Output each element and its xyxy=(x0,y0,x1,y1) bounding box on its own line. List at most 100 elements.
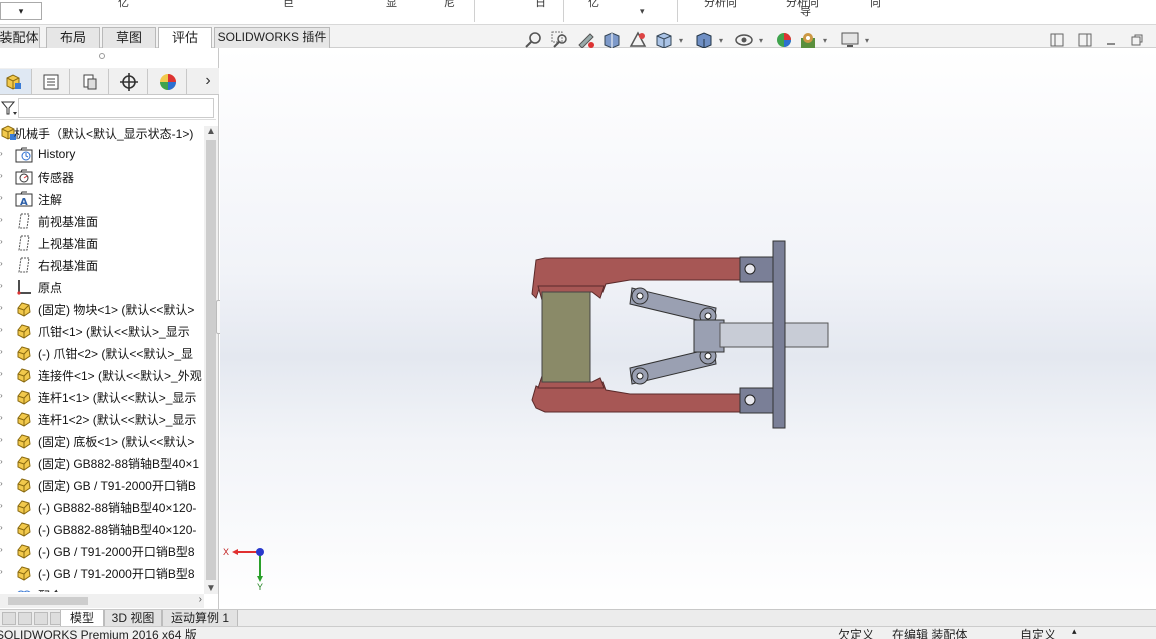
tab-solidworks-addins[interactable]: SOLIDWORKS 插件 xyxy=(214,27,330,48)
tab-assembly[interactable]: 装配体 xyxy=(0,27,40,48)
expand-arrow-icon[interactable]: › xyxy=(0,172,6,180)
configurationmanager-icon[interactable] xyxy=(71,69,109,94)
chevron-down-icon[interactable]: ▾ xyxy=(719,36,723,45)
expand-arrow-icon[interactable]: › xyxy=(0,436,6,444)
tree-item[interactable]: › 连接件<1> (默认<<默认>_外观 xyxy=(0,364,204,386)
expand-arrow-icon[interactable]: › xyxy=(0,480,6,488)
graphics-area[interactable]: X Y xyxy=(220,48,1156,610)
scrollbar-thumb[interactable] xyxy=(206,140,216,580)
tab-3d-view[interactable]: 3D 视图 xyxy=(104,610,162,627)
dynamic-annotation-icon[interactable] xyxy=(628,30,648,50)
tree-item[interactable]: › (-) GB882-88销轴B型40×120- xyxy=(0,518,204,540)
expand-arrow-icon[interactable]: › xyxy=(0,590,6,593)
tree-item[interactable]: › (固定) 底板<1> (默认<<默认> xyxy=(0,430,204,452)
expand-arrow-icon[interactable]: › xyxy=(0,326,6,334)
scrollbar-thumb[interactable] xyxy=(8,597,88,605)
chevron-down-icon[interactable]: ▾ xyxy=(640,6,645,17)
tile-right-icon[interactable] xyxy=(1078,33,1092,47)
chevron-up-icon[interactable]: ▴ xyxy=(1072,627,1077,637)
expand-arrow-icon[interactable]: › xyxy=(0,370,6,378)
expand-arrow-icon[interactable]: › xyxy=(0,502,6,510)
expand-arrow-icon[interactable]: › xyxy=(0,458,6,466)
zoom-to-fit-icon[interactable] xyxy=(524,30,544,50)
chevron-up-icon[interactable]: ▲ xyxy=(206,126,216,137)
tree-vertical-scrollbar[interactable]: ▲ ▼ xyxy=(204,126,218,594)
units-selector[interactable]: 自定义 xyxy=(1020,627,1056,639)
section-view-icon[interactable] xyxy=(602,30,622,50)
expand-arrow-icon[interactable]: › xyxy=(0,568,6,576)
expand-arrow-icon[interactable]: › xyxy=(0,392,6,400)
tab-layout[interactable]: 布局 xyxy=(46,27,100,48)
tree-item[interactable]: › (-) GB / T91-2000开口销B型8 xyxy=(0,562,204,584)
chevron-right-icon[interactable]: › xyxy=(198,69,218,94)
edit-appearance-icon[interactable] xyxy=(774,30,794,50)
tree-horizontal-scrollbar[interactable]: › xyxy=(0,594,204,608)
expand-arrow-icon[interactable]: › xyxy=(0,524,6,532)
chevron-down-icon[interactable]: ▾ xyxy=(679,36,683,45)
expand-arrow-icon[interactable]: › xyxy=(0,348,6,356)
expand-arrow-icon[interactable]: › xyxy=(0,194,6,202)
expand-arrow-icon[interactable]: › xyxy=(0,216,6,224)
part-icon xyxy=(15,542,33,560)
tree-item[interactable]: › (-) GB882-88销轴B型40×120- xyxy=(0,496,204,518)
previous-view-icon[interactable] xyxy=(576,30,596,50)
tree-item[interactable]: › History xyxy=(0,144,204,166)
tab-sketch[interactable]: 草图 xyxy=(102,27,156,48)
expand-arrow-icon[interactable]: › xyxy=(0,546,6,554)
tab-evaluate[interactable]: 评估 xyxy=(158,27,212,48)
tree-item[interactable]: › 前视基准面 xyxy=(0,210,204,232)
expand-arrow-icon[interactable]: › xyxy=(0,282,6,290)
chevron-down-icon[interactable]: ▾ xyxy=(823,36,827,45)
ribbon-dropdown[interactable]: ▾ xyxy=(0,2,42,20)
tab-model[interactable]: 模型 xyxy=(60,610,104,627)
assembly-model[interactable] xyxy=(220,48,1156,610)
chevron-right-icon[interactable]: › xyxy=(199,594,202,605)
minimize-icon[interactable] xyxy=(1104,33,1118,47)
tree-item-label: 连杆1<1> (默认<<默认>_显示 xyxy=(38,391,197,405)
tree-item[interactable]: › (-) GB / T91-2000开口销B型8 xyxy=(0,540,204,562)
tree-item[interactable]: › 原点 xyxy=(0,276,204,298)
tree-item[interactable]: › 连杆1<1> (默认<<默认>_显示 xyxy=(0,386,204,408)
dimxpertmanager-icon[interactable] xyxy=(110,69,148,94)
view-orientation-icon[interactable]: ▾ xyxy=(654,30,683,50)
expand-arrow-icon[interactable]: › xyxy=(0,150,6,158)
tree-item[interactable]: › (固定) GB / T91-2000开口销B xyxy=(0,474,204,496)
expand-arrow-icon[interactable]: › xyxy=(0,260,6,268)
tree-item[interactable]: › (固定) GB882-88销轴B型40×1 xyxy=(0,452,204,474)
tree-item[interactable]: › A 注解 xyxy=(0,188,204,210)
featuremanager-icon[interactable] xyxy=(0,69,32,94)
zoom-to-area-icon[interactable] xyxy=(550,30,570,50)
tab-motion-study[interactable]: 运动算例 1 xyxy=(162,610,238,627)
expand-arrow-icon[interactable]: › xyxy=(0,238,6,246)
tree-item[interactable]: › 上视基准面 xyxy=(0,232,204,254)
tile-left-icon[interactable] xyxy=(1050,33,1064,47)
tree-root-assembly[interactable]: 机械手（默认<默认_显示状态-1>) xyxy=(0,122,204,144)
apply-scene-icon[interactable]: ▾ xyxy=(798,30,827,50)
tree-item[interactable]: › 配合 xyxy=(0,584,204,592)
tree-filter-input[interactable] xyxy=(18,98,214,118)
chevron-down-icon[interactable]: ▾ xyxy=(865,36,869,45)
mates-icon xyxy=(15,586,33,592)
restore-icon[interactable] xyxy=(1130,33,1144,47)
displaymanager-icon[interactable] xyxy=(149,69,187,94)
chevron-down-icon[interactable]: ▾ xyxy=(759,36,763,45)
pane-splitter-handle[interactable] xyxy=(99,53,105,59)
tree-item[interactable]: › 爪钳<1> (默认<<默认>_显示 xyxy=(0,320,204,342)
tree-item[interactable]: › 连杆1<2> (默认<<默认>_显示 xyxy=(0,408,204,430)
filter-icon[interactable] xyxy=(0,100,17,116)
expand-arrow-icon[interactable]: › xyxy=(0,414,6,422)
part-icon xyxy=(15,520,33,538)
propertymanager-icon[interactable] xyxy=(32,69,70,94)
view-settings-icon[interactable]: ▾ xyxy=(840,30,869,50)
next-tab-icon[interactable] xyxy=(34,612,48,625)
previous-tab-icon[interactable] xyxy=(18,612,32,625)
chevron-down-icon[interactable]: ▼ xyxy=(206,583,216,594)
tree-item[interactable]: › 传感器 xyxy=(0,166,204,188)
display-style-icon[interactable]: ▾ xyxy=(694,30,723,50)
expand-arrow-icon[interactable]: › xyxy=(0,304,6,312)
first-tab-icon[interactable] xyxy=(2,612,16,625)
tree-item[interactable]: › (-) 爪钳<2> (默认<<默认>_显 xyxy=(0,342,204,364)
tree-item[interactable]: › (固定) 物块<1> (默认<<默认> xyxy=(0,298,204,320)
hide-show-items-icon[interactable]: ▾ xyxy=(734,30,763,50)
tree-item[interactable]: › 右视基准面 xyxy=(0,254,204,276)
